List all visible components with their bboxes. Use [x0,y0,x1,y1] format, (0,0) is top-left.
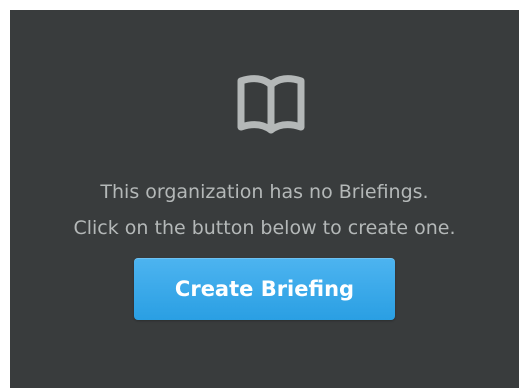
book-icon [237,75,305,134]
empty-state-message-line-1: This organization has no Briefings. [100,181,429,203]
empty-state-panel: This organization has no Briefings. Clic… [10,10,519,388]
create-briefing-button[interactable]: Create Briefing [134,258,395,320]
empty-state-message-line-2: Click on the button below to create one. [73,217,456,239]
empty-state-message: This organization has no Briefings. Clic… [10,174,519,246]
